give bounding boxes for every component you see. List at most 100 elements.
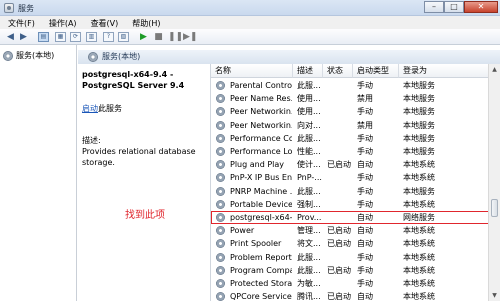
refresh-icon[interactable]: ⟳ <box>70 32 81 42</box>
row-log-on-as: 本地系统 <box>403 173 435 183</box>
table-row[interactable]: Program Compa... 此服... 已启动手动 本地系统 <box>211 264 488 277</box>
row-name: Power <box>230 226 255 236</box>
row-startup-type: 手动 <box>357 147 373 156</box>
column-header-startup-type[interactable]: 启动类型 <box>353 64 399 78</box>
column-header-description[interactable]: 描述 <box>293 64 323 78</box>
table-row-highlighted[interactable]: postgresql-x64-... Prov... 自动 网络服务 <box>211 211 488 224</box>
service-gear-icon <box>216 160 225 170</box>
scroll-down-arrow-icon[interactable]: ▼ <box>489 290 500 301</box>
row-startup-type: 自动 <box>357 292 373 301</box>
row-description: 此服... <box>297 265 321 275</box>
properties-icon[interactable]: ▦ <box>55 32 66 42</box>
stop-service-icon[interactable]: ■ <box>153 32 164 42</box>
row-startup-type: 手动 <box>357 199 373 209</box>
row-name: Print Spooler <box>230 239 282 249</box>
row-log-on-as: 本地系统 <box>403 265 435 275</box>
start-service-row: 启动此服务 <box>82 103 122 114</box>
table-row[interactable]: Problem Report... 此服... 手动 本地系统 <box>211 251 488 264</box>
table-row[interactable]: Portable Device ... 强制... 手动 本地系统 <box>211 198 488 211</box>
row-startup-type: 自动 <box>357 239 373 249</box>
row-name: PNRP Machine ... <box>230 186 292 196</box>
service-gear-icon <box>216 265 225 275</box>
pause-service-icon[interactable]: ❚❚ <box>168 32 183 42</box>
service-gear-icon <box>216 120 225 130</box>
table-row[interactable]: Peer Networkin... 向对... 禁用 本地服务 <box>211 119 488 132</box>
scroll-thumb[interactable] <box>491 199 498 217</box>
restart-service-icon[interactable]: ▶❚ <box>183 32 197 42</box>
start-service-link[interactable]: 启动 <box>82 104 98 113</box>
menu-help[interactable]: 帮助(H) <box>124 16 166 29</box>
row-startup-type: 禁用 <box>357 94 373 104</box>
row-description: 使用... <box>297 107 321 117</box>
row-startup-type: 手动 <box>357 81 373 90</box>
column-header-status[interactable]: 状态 <box>323 64 353 78</box>
services-gear-icon <box>3 50 13 61</box>
view-icon[interactable]: ▧ <box>118 32 129 42</box>
services-list: 名称 描述 状态 启动类型 登录为 Parental Controls 此服...… <box>210 64 488 301</box>
row-log-on-as: 本地服务 <box>403 147 435 156</box>
row-description: 此服... <box>297 133 321 143</box>
row-name: postgresql-x64-... <box>230 213 292 222</box>
export-list-icon[interactable]: ▥ <box>86 32 97 42</box>
table-row[interactable]: Print Spooler 将文... 已启动 自动 本地系统 <box>211 237 488 250</box>
service-gear-icon <box>216 252 225 262</box>
services-gear-icon <box>88 51 98 62</box>
table-row[interactable]: Peer Name Res... 使用... 禁用 本地服务 <box>211 92 488 105</box>
title-bar: 服务 – □ ✕ <box>0 0 500 16</box>
service-gear-icon <box>216 292 225 301</box>
menu-file[interactable]: 文件(F) <box>0 16 41 29</box>
maximize-button[interactable]: □ <box>444 1 464 13</box>
tree-item-services-local[interactable]: 服务(本地) <box>3 50 54 61</box>
row-log-on-as: 本地服务 <box>403 107 435 117</box>
column-header-name[interactable]: 名称 <box>211 64 293 78</box>
row-startup-type: 手动 <box>357 173 373 183</box>
table-row[interactable]: Peer Networkin... 使用... 手动 本地服务 <box>211 105 488 118</box>
show-console-tree-icon[interactable]: ▤ <box>38 32 49 42</box>
row-name: Peer Networkin... <box>230 120 292 130</box>
service-gear-icon <box>216 133 225 143</box>
scroll-up-arrow-icon[interactable]: ▲ <box>489 64 500 75</box>
menu-action[interactable]: 操作(A) <box>41 16 83 29</box>
tree-item-label: 服务(本地) <box>16 51 55 60</box>
row-name: PnP-X IP Bus En... <box>230 173 292 183</box>
menu-view[interactable]: 查看(V) <box>83 16 125 29</box>
table-row[interactable]: Protected Storage 为敏... 手动 本地系统 <box>211 277 488 290</box>
row-description: 强制... <box>297 199 321 209</box>
table-row[interactable]: Performance Lo... 性能... 手动 本地服务 <box>211 145 488 158</box>
close-button[interactable]: ✕ <box>464 1 498 13</box>
column-header-log-on-as[interactable]: 登录为 <box>399 64 488 78</box>
table-row[interactable]: Plug and Play 使计... 已启动 自动 本地系统 <box>211 158 488 171</box>
row-status: 已启动 <box>327 226 351 236</box>
service-gear-icon <box>216 94 225 104</box>
row-name: Parental Controls <box>230 81 292 90</box>
vertical-scrollbar[interactable]: ▲ ▼ <box>488 64 500 301</box>
table-row[interactable]: Performance Co... 此服... 手动 本地服务 <box>211 132 488 145</box>
minimize-button[interactable]: – <box>424 1 444 13</box>
start-service-suffix: 此服务 <box>98 104 122 113</box>
help-icon[interactable]: ? <box>103 32 114 42</box>
band-title: 服务(本地) <box>88 51 140 62</box>
table-row[interactable]: Power 管理... 已启动 自动 本地系统 <box>211 224 488 237</box>
service-gear-icon <box>216 226 225 236</box>
service-gear-icon <box>216 173 225 183</box>
forward-arrow-icon[interactable]: ▶ <box>18 32 29 42</box>
row-description: 为敏... <box>297 279 321 288</box>
row-name: Portable Device ... <box>230 199 292 209</box>
row-description: 管理... <box>297 226 321 236</box>
row-name: Problem Report... <box>230 252 292 262</box>
row-log-on-as: 本地服务 <box>403 186 435 196</box>
back-arrow-icon[interactable]: ◀ <box>5 32 16 42</box>
row-name: Program Compa... <box>230 265 292 275</box>
table-row[interactable]: Parental Controls 此服... 手动 本地服务 <box>211 79 488 92</box>
row-description: Prov... <box>297 213 322 222</box>
service-gear-icon <box>216 147 225 156</box>
table-row[interactable]: QPCore Service 腾讯... 已启动 自动 本地系统 <box>211 290 488 301</box>
start-service-icon[interactable]: ▶ <box>138 32 149 42</box>
row-name: Performance Lo... <box>230 147 292 156</box>
window-title: 服务 <box>18 4 34 13</box>
row-log-on-as: 本地系统 <box>403 226 435 236</box>
row-startup-type: 手动 <box>357 252 373 262</box>
table-row[interactable]: PnP-X IP Bus En... PnP-... 手动 本地系统 <box>211 171 488 184</box>
table-row[interactable]: PNRP Machine ... 此服... 手动 本地服务 <box>211 185 488 198</box>
row-name: Plug and Play <box>230 160 285 170</box>
